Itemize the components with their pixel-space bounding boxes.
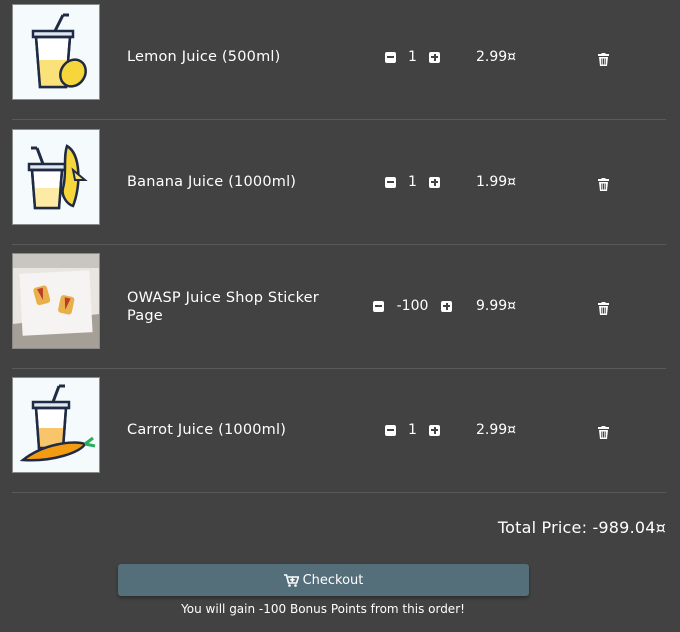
item-name: Lemon Juice (500ml) [127,49,281,65]
item-price: 2.99¤ [476,49,517,65]
carrot-juice-icon [12,377,100,473]
quantity-value: 1 [408,174,417,190]
basket-row: Lemon Juice (500ml) 1 2.99¤ [12,0,666,120]
item-price: 9.99¤ [476,298,517,314]
bonus-points-message: You will gain -100 Bonus Points from thi… [181,602,465,616]
cart-icon [283,573,299,587]
lemon-juice-icon [12,4,100,100]
delete-icon[interactable] [598,424,609,439]
basket-row: Banana Juice (1000ml) 1 1.99¤ [12,120,666,245]
increase-quantity-button[interactable] [441,300,452,312]
sticker-page-photo [12,253,100,349]
increase-quantity-button[interactable] [429,51,440,63]
basket-row: Carrot Juice (1000ml) 1 2.99¤ [12,368,666,493]
quantity-value: -100 [396,298,429,314]
increase-quantity-button[interactable] [429,176,440,188]
item-name: Carrot Juice (1000ml) [127,422,287,438]
basket-row: OWASP Juice Shop Sticker Page -100 9.99¤ [12,244,666,369]
delete-icon[interactable] [598,300,609,315]
item-price: 2.99¤ [476,422,517,438]
quantity-stepper: -100 [373,244,452,368]
decrease-quantity-button[interactable] [385,176,396,188]
delete-icon[interactable] [598,51,609,66]
item-price: 1.99¤ [476,174,517,190]
checkout-label: Checkout [302,572,364,588]
basket: Lemon Juice (500ml) 1 2.99¤ Banana Juice… [0,0,680,632]
checkout-button[interactable]: Checkout [118,564,529,596]
quantity-stepper: 1 [385,0,440,119]
quantity-value: 1 [408,49,417,65]
decrease-quantity-button[interactable] [385,424,396,436]
quantity-value: 1 [408,422,417,438]
delete-icon[interactable] [598,176,609,191]
total-price: Total Price: -989.04¤ [497,518,666,537]
quantity-stepper: 1 [385,368,440,492]
item-name: OWASP Juice Shop Sticker Page [127,290,319,324]
item-name: Banana Juice (1000ml) [127,174,297,190]
banana-juice-icon [12,129,100,225]
increase-quantity-button[interactable] [429,424,440,436]
decrease-quantity-button[interactable] [385,51,396,63]
decrease-quantity-button[interactable] [373,300,384,312]
quantity-stepper: 1 [385,120,440,244]
